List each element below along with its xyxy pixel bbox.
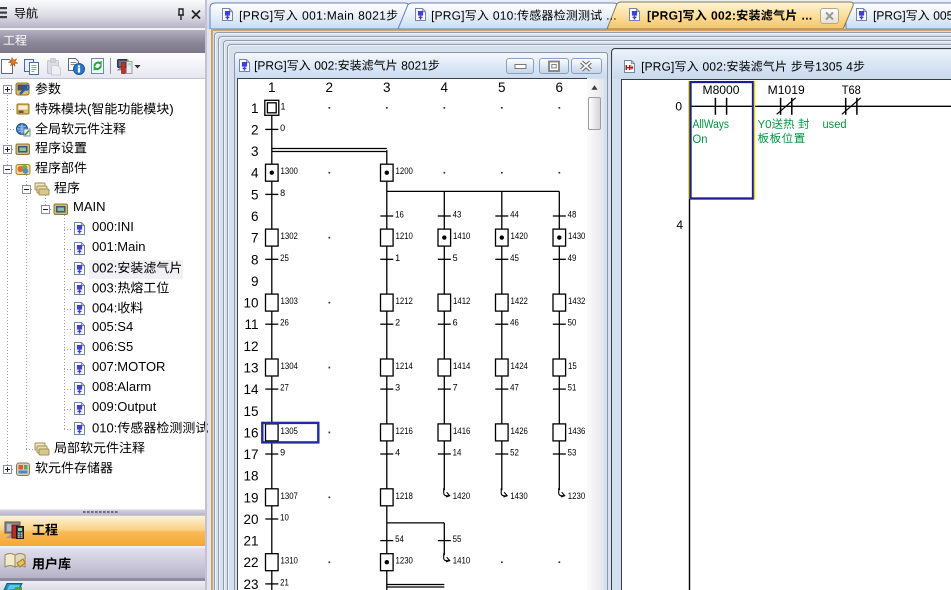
svg-text:1212: 1212 [396, 296, 413, 306]
svg-text:4: 4 [441, 80, 449, 95]
svg-text:53: 53 [568, 448, 577, 458]
svg-text:1414: 1414 [453, 361, 470, 371]
svg-text:3: 3 [395, 383, 400, 393]
svg-text:19: 19 [243, 490, 258, 505]
svg-text:52: 52 [510, 448, 519, 458]
svg-text:1214: 1214 [396, 361, 413, 371]
svg-text:21: 21 [280, 577, 289, 587]
svg-text:On: On [693, 133, 708, 145]
svg-text:9: 9 [251, 274, 259, 289]
svg-text:0: 0 [675, 99, 682, 113]
svg-text:10: 10 [243, 296, 258, 311]
svg-text:1: 1 [251, 101, 259, 116]
svg-text:1410: 1410 [453, 231, 470, 241]
svg-text:16: 16 [395, 210, 404, 220]
svg-text:1436: 1436 [568, 426, 585, 436]
svg-text:2: 2 [326, 80, 334, 95]
svg-text:15: 15 [243, 404, 258, 419]
svg-text:8: 8 [280, 188, 285, 198]
svg-text:44: 44 [510, 210, 519, 220]
svg-text:17: 17 [243, 447, 258, 462]
svg-text:used: used [823, 119, 847, 131]
svg-text:AllWays: AllWays [693, 119, 730, 131]
svg-text:1430: 1430 [510, 491, 527, 501]
svg-text:13: 13 [243, 361, 258, 376]
svg-text:4: 4 [395, 448, 400, 458]
svg-text:14: 14 [243, 382, 259, 397]
svg-text:1426: 1426 [511, 426, 528, 436]
svg-text:5: 5 [498, 80, 506, 95]
svg-text:7: 7 [453, 383, 458, 393]
svg-text:22: 22 [243, 555, 258, 570]
svg-text:8: 8 [251, 252, 259, 267]
svg-text:1416: 1416 [453, 426, 470, 436]
svg-text:21: 21 [243, 534, 258, 549]
svg-text:1420: 1420 [511, 231, 528, 241]
svg-text:4: 4 [676, 218, 683, 232]
svg-text:49: 49 [568, 253, 577, 263]
svg-text:26: 26 [280, 318, 289, 328]
svg-text:5: 5 [251, 187, 259, 202]
svg-text:23: 23 [243, 577, 258, 590]
svg-text:55: 55 [453, 534, 462, 544]
svg-text:1432: 1432 [568, 296, 585, 306]
svg-text:1304: 1304 [281, 361, 298, 371]
svg-text:2: 2 [251, 122, 259, 137]
svg-text:20: 20 [243, 512, 258, 527]
svg-text:25: 25 [280, 253, 289, 263]
svg-text:6: 6 [453, 318, 458, 328]
svg-text:1430: 1430 [568, 231, 585, 241]
svg-text:15: 15 [568, 361, 577, 371]
svg-text:1424: 1424 [511, 361, 528, 371]
svg-text:1305: 1305 [281, 426, 298, 436]
svg-text:0: 0 [280, 123, 285, 133]
svg-text:1: 1 [281, 101, 286, 111]
svg-text:43: 43 [453, 210, 462, 220]
svg-text:5: 5 [453, 253, 458, 263]
svg-text:1216: 1216 [396, 426, 413, 436]
svg-text:1: 1 [268, 80, 276, 95]
svg-text:3: 3 [251, 144, 259, 159]
svg-text:1218: 1218 [396, 491, 413, 501]
svg-text:14: 14 [453, 448, 462, 458]
svg-text:M8000: M8000 [703, 83, 740, 97]
svg-text:12: 12 [243, 339, 258, 354]
svg-text:1307: 1307 [281, 491, 298, 501]
svg-text:45: 45 [510, 253, 519, 263]
svg-text:1230: 1230 [396, 556, 413, 566]
svg-text:1422: 1422 [511, 296, 528, 306]
svg-text:M1019: M1019 [768, 83, 805, 97]
svg-text:27: 27 [280, 383, 289, 393]
svg-text:1310: 1310 [281, 556, 298, 566]
svg-text:1210: 1210 [396, 231, 413, 241]
svg-text:16: 16 [243, 425, 258, 440]
svg-text:6: 6 [251, 209, 259, 224]
svg-text:9: 9 [280, 448, 285, 458]
svg-text:51: 51 [568, 383, 577, 393]
svg-text:50: 50 [568, 318, 577, 328]
svg-text:47: 47 [510, 383, 519, 393]
svg-text:T68: T68 [842, 83, 861, 97]
svg-text:1230: 1230 [568, 491, 585, 501]
svg-text:1: 1 [395, 253, 400, 263]
svg-text:6: 6 [556, 80, 564, 95]
svg-text:18: 18 [243, 469, 258, 484]
svg-text:1410: 1410 [453, 556, 470, 566]
svg-text:1300: 1300 [281, 166, 298, 176]
svg-text:46: 46 [510, 318, 519, 328]
svg-text:2: 2 [395, 318, 400, 328]
svg-text:1200: 1200 [396, 166, 413, 176]
svg-text:7: 7 [251, 231, 259, 246]
svg-text:54: 54 [395, 534, 404, 544]
svg-text:10: 10 [280, 513, 289, 523]
svg-text:1303: 1303 [281, 296, 298, 306]
svg-text:4: 4 [251, 166, 259, 181]
svg-text:48: 48 [568, 210, 577, 220]
svg-text:1420: 1420 [453, 491, 470, 501]
svg-text:11: 11 [244, 317, 258, 332]
svg-text:3: 3 [383, 80, 391, 95]
svg-text:1302: 1302 [281, 231, 298, 241]
svg-text:1412: 1412 [453, 296, 470, 306]
